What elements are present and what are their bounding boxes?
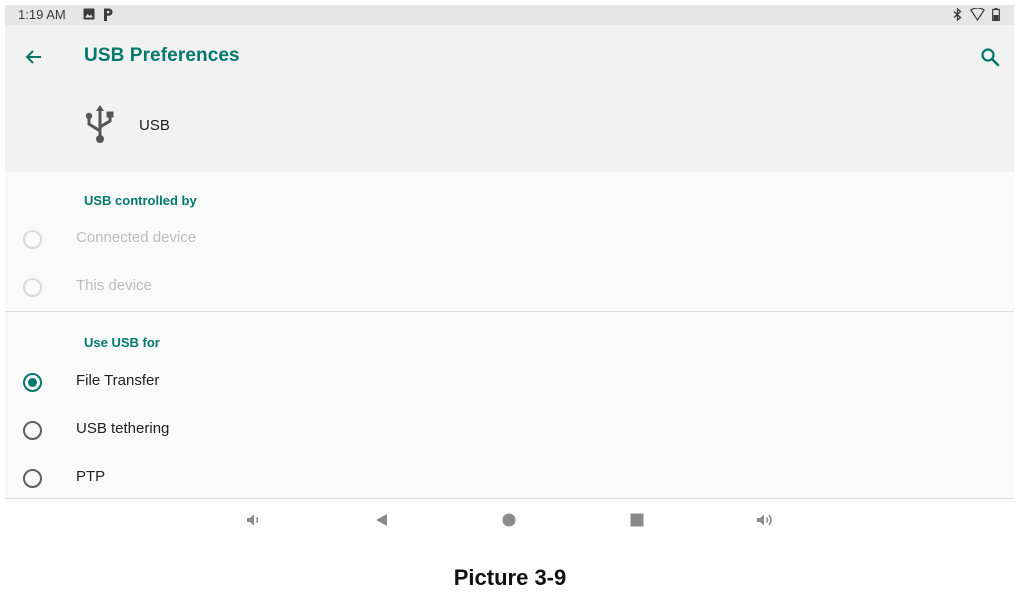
use-usb-for-header: Use USB for [84, 335, 160, 350]
radio-button[interactable] [23, 469, 42, 488]
volume-down-button[interactable] [244, 510, 264, 530]
device-screen: 1:19 AM USB Preferences USB USB controll… [5, 5, 1014, 502]
usb-icon [85, 105, 114, 143]
option-label: File Transfer [76, 372, 160, 389]
image-notification-icon [83, 8, 95, 20]
section-divider [5, 311, 1014, 312]
battery-icon [992, 8, 1000, 21]
option-label: This device [76, 277, 152, 294]
radio-button [23, 278, 42, 297]
recents-square-icon [630, 513, 644, 527]
recents-button[interactable] [627, 510, 647, 530]
page-title: USB Preferences [84, 45, 240, 66]
volume-up-button[interactable] [755, 510, 775, 530]
option-connected-device: Connected device [5, 216, 1014, 262]
option-ptp[interactable]: PTP [5, 455, 1014, 501]
option-label: PTP [76, 468, 106, 485]
option-label: USB tethering [76, 420, 170, 437]
p-notification-icon [104, 8, 113, 21]
bluetooth-icon [953, 8, 962, 21]
home-button[interactable] [499, 510, 519, 530]
home-circle-icon [502, 513, 516, 527]
search-icon [981, 48, 1000, 67]
usb-label: USB [139, 117, 170, 134]
status-time: 1:19 AM [18, 7, 66, 22]
back-triangle-icon [376, 514, 387, 526]
radio-button[interactable] [23, 421, 42, 440]
search-button[interactable] [975, 42, 1005, 72]
figure-caption: Picture 3-9 [453, 565, 567, 590]
bottom-divider [5, 498, 1014, 499]
back-nav-button[interactable] [371, 510, 391, 530]
volume-down-icon [247, 514, 259, 526]
option-this-device: This device [5, 264, 1014, 310]
option-file-transfer[interactable]: File Transfer [5, 359, 1014, 405]
radio-button [23, 230, 42, 249]
option-usb-tethering[interactable]: USB tethering [5, 407, 1014, 453]
usb-controlled-by-header: USB controlled by [84, 193, 197, 208]
volume-up-icon [757, 514, 772, 526]
status-bar: 1:19 AM [5, 5, 1014, 25]
arrow-back-icon [25, 50, 41, 64]
back-button[interactable] [19, 42, 49, 72]
wifi-icon [970, 8, 985, 21]
radio-button-selected[interactable] [23, 373, 42, 392]
navigation-bar [5, 502, 1014, 538]
option-label: Connected device [76, 229, 197, 246]
app-bar: USB Preferences USB [5, 25, 1014, 172]
